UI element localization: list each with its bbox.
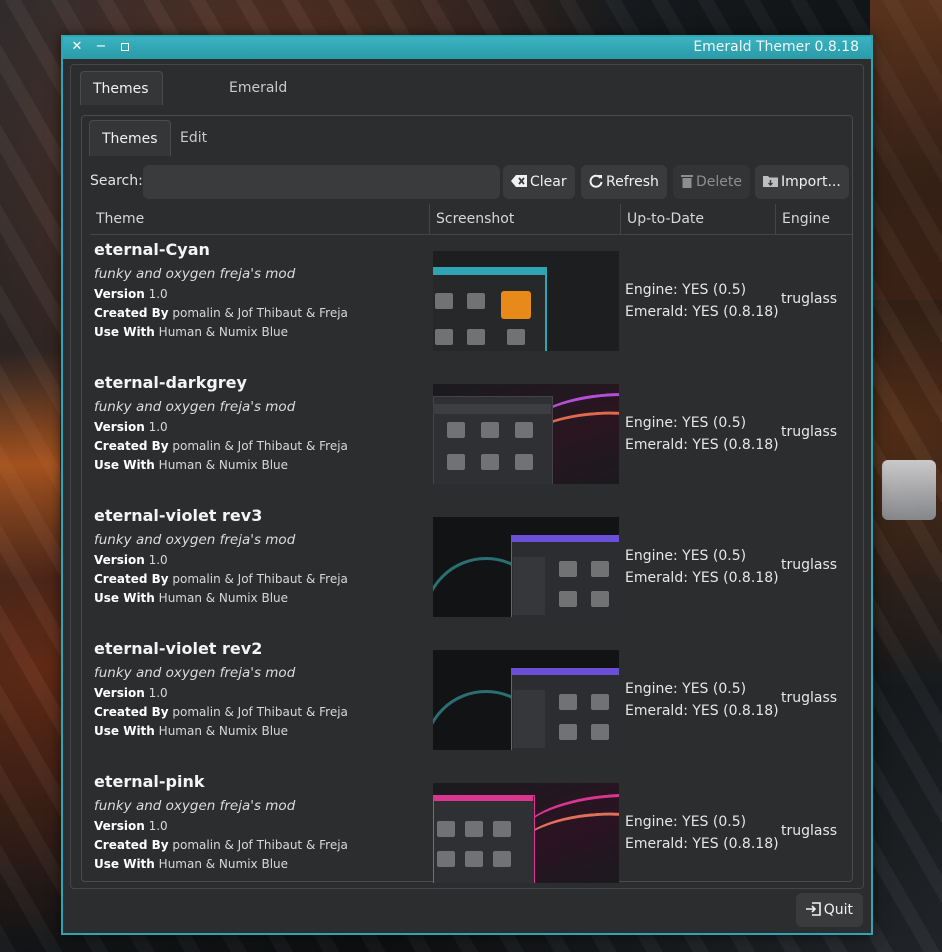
up-to-date-status: Engine: YES (0.5) Emerald: YES (0.8.18) [625,681,779,719]
close-icon[interactable]: ✕ [69,39,85,55]
table-row[interactable]: eternal-violet rev3 funky and oxygen fre… [90,501,852,634]
table-row[interactable]: eternal-Cyan funky and oxygen freja's mo… [90,235,852,368]
trash-icon [681,175,693,188]
quit-button-label: Quit [823,902,853,918]
theme-engine: truglass [781,424,838,440]
tab-themes-settings[interactable]: Themes Settings [80,71,164,131]
column-header-engine[interactable]: Engine [776,204,852,234]
table-row[interactable]: eternal-darkgrey funky and oxygen freja'… [90,368,852,501]
wallpaper-glow [0,350,60,580]
wallpaper-decoration [882,460,936,520]
tab-themes[interactable]: Themes [89,120,171,156]
folder-import-icon [763,176,778,187]
theme-use-with: Use With Human & Numix Blue [94,857,289,871]
theme-author: Created By pomalin & Jof Thibaut & Freja [94,705,348,719]
table-row[interactable]: eternal-pink funky and oxygen freja's mo… [90,767,852,900]
theme-description: funky and oxygen freja's mod [94,532,296,548]
window-titlebar[interactable]: ✕ − Emerald Themer 0.8.18 [63,37,871,59]
theme-use-with: Use With Human & Numix Blue [94,325,289,339]
theme-name: eternal-pink [94,772,205,791]
theme-description: funky and oxygen freja's mod [94,798,296,814]
theme-author: Created By pomalin & Jof Thibaut & Freja [94,838,348,852]
theme-name: eternal-darkgrey [94,373,247,392]
theme-name: eternal-violet rev2 [94,639,263,658]
refresh-button[interactable]: Refresh [581,165,667,199]
table-row[interactable]: eternal-violet rev2 funky and oxygen fre… [90,634,852,767]
column-header-theme[interactable]: Theme [90,204,430,234]
search-input[interactable] [143,165,500,199]
refresh-button-label: Refresh [606,174,659,190]
exit-icon [805,902,821,916]
themes-table: Theme Screenshot Up-to-Date Engine etern… [90,204,852,900]
theme-engine: truglass [781,557,838,573]
theme-screenshot [433,517,619,617]
tab-edit-themes[interactable]: Edit Themes [168,120,248,182]
theme-name: eternal-Cyan [94,240,210,259]
outer-notebook: Themes Settings Emerald Settings Themes … [70,64,864,889]
theme-screenshot [433,384,619,484]
theme-author: Created By pomalin & Jof Thibaut & Freja [94,439,348,453]
wallpaper-glow [870,0,942,300]
theme-description: funky and oxygen freja's mod [94,266,296,282]
tab-emerald-settings[interactable]: Emerald Settings [217,71,299,130]
backspace-icon [511,175,527,187]
up-to-date-status: Engine: YES (0.5) Emerald: YES (0.8.18) [625,415,779,453]
theme-version: Version 1.0 [94,686,168,700]
theme-engine: truglass [781,291,838,307]
clear-button-label: Clear [530,174,567,190]
theme-author: Created By pomalin & Jof Thibaut & Freja [94,306,348,320]
column-header-up-to-date[interactable]: Up-to-Date [621,204,776,234]
up-to-date-status: Engine: YES (0.5) Emerald: YES (0.8.18) [625,814,779,852]
theme-version: Version 1.0 [94,287,168,301]
up-to-date-status: Engine: YES (0.5) Emerald: YES (0.8.18) [625,548,779,586]
theme-description: funky and oxygen freja's mod [94,665,296,681]
window-title: Emerald Themer 0.8.18 [693,39,859,55]
up-to-date-status: Engine: YES (0.5) Emerald: YES (0.8.18) [625,282,779,320]
theme-screenshot [433,251,619,351]
delete-button[interactable]: Delete [673,165,750,199]
theme-description: funky and oxygen freja's mod [94,399,296,415]
clear-button[interactable]: Clear [503,165,575,199]
maximize-icon[interactable] [117,39,133,56]
emerald-themer-window: ✕ − Emerald Themer 0.8.18 Themes Setting… [61,35,873,935]
search-label: Search: [90,173,143,189]
theme-author: Created By pomalin & Jof Thibaut & Freja [94,572,348,586]
column-header-screenshot[interactable]: Screenshot [430,204,621,234]
refresh-icon [589,174,603,188]
themes-toolbar: Search: Clear Refresh Delete Import... [82,164,852,200]
theme-engine: truglass [781,690,838,706]
theme-version: Version 1.0 [94,553,168,567]
import-button-label: Import... [781,174,841,190]
quit-button[interactable]: Quit [795,893,863,927]
theme-version: Version 1.0 [94,819,168,833]
table-header: Theme Screenshot Up-to-Date Engine [90,204,852,235]
minimize-icon[interactable]: − [93,39,109,55]
theme-screenshot [433,783,619,883]
theme-engine: truglass [781,823,838,839]
delete-button-label: Delete [696,174,742,190]
theme-version: Version 1.0 [94,420,168,434]
theme-name: eternal-violet rev3 [94,506,263,525]
theme-use-with: Use With Human & Numix Blue [94,458,289,472]
theme-screenshot [433,650,619,750]
import-button[interactable]: Import... [755,165,849,199]
theme-use-with: Use With Human & Numix Blue [94,724,289,738]
inner-notebook: Themes Edit Themes Search: Clear Refresh… [81,115,853,883]
theme-use-with: Use With Human & Numix Blue [94,591,289,605]
